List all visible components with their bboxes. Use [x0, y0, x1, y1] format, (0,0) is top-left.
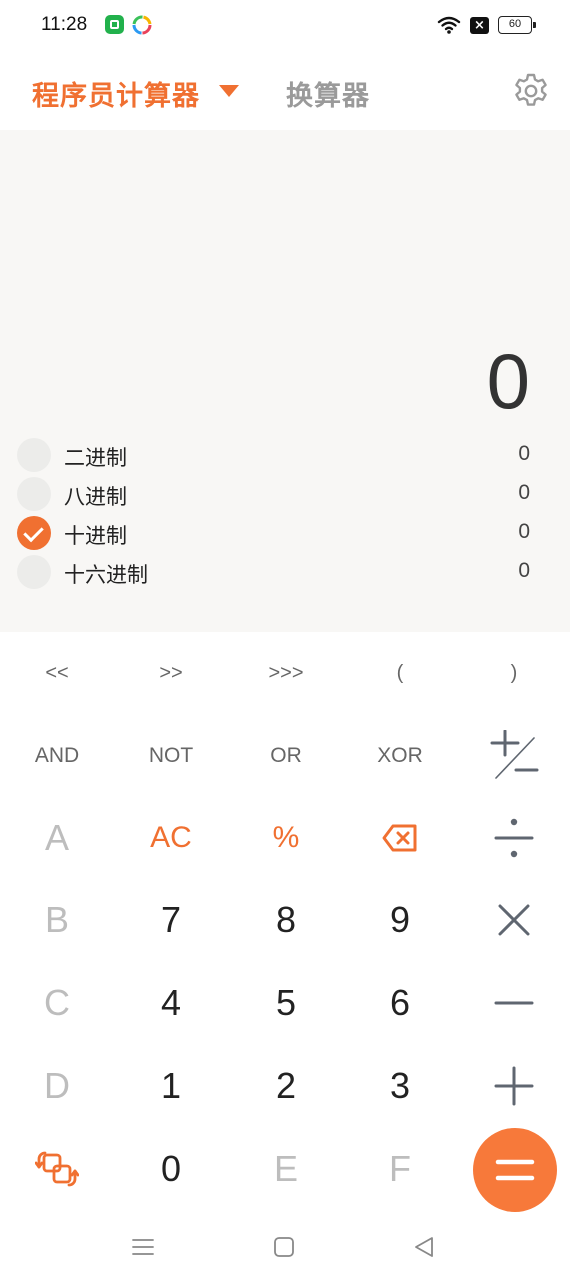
digit-6-button[interactable]: 6 — [343, 962, 457, 1044]
clear-button[interactable]: AC — [114, 797, 228, 879]
plus-icon — [494, 1066, 534, 1106]
tab-converter[interactable]: 换算器 — [286, 74, 370, 113]
plus-minus-button[interactable] — [457, 715, 571, 797]
digit-7-button[interactable]: 7 — [114, 879, 228, 961]
app-notification-icon — [105, 15, 124, 34]
digit-0-button[interactable]: 0 — [114, 1128, 228, 1210]
digit-9-button[interactable]: 9 — [343, 879, 457, 961]
base-value: 0 — [518, 481, 530, 504]
backspace-icon — [382, 824, 417, 852]
gear-icon[interactable] — [512, 72, 550, 110]
base-label: 十进制 — [64, 524, 127, 548]
wifi-icon — [437, 16, 461, 34]
swap-icon — [35, 1151, 79, 1187]
base-row-binary[interactable]: 二进制 0 — [0, 436, 570, 474]
backspace-button[interactable] — [343, 797, 457, 879]
caret-down-icon[interactable] — [219, 85, 239, 97]
base-label: 二进制 — [64, 446, 127, 470]
keypad: << >> >>> ( ) AND NOT OR XOR A AC % B 7 … — [0, 632, 572, 1222]
digit-5-button[interactable]: 5 — [229, 962, 343, 1044]
hex-b-button[interactable]: B — [0, 879, 114, 961]
base-value: 0 — [518, 559, 530, 582]
plus-minus-icon — [490, 730, 539, 779]
status-indicators: × 60 — [437, 14, 536, 36]
base-row-octal[interactable]: 八进制 0 — [0, 475, 570, 513]
and-button[interactable]: AND — [0, 715, 114, 797]
radio-binary[interactable] — [17, 438, 51, 472]
status-bar: 11:28 × 60 — [0, 0, 572, 52]
multiply-icon — [498, 904, 530, 936]
base-row-hex[interactable]: 十六进制 0 — [0, 553, 570, 591]
left-shift-button[interactable]: << — [0, 633, 114, 713]
digit-1-button[interactable]: 1 — [114, 1045, 228, 1127]
hex-e-button[interactable]: E — [229, 1128, 343, 1210]
base-value: 0 — [518, 520, 530, 543]
open-paren-button[interactable]: ( — [343, 633, 457, 713]
hex-d-button[interactable]: D — [0, 1045, 114, 1127]
close-paren-button[interactable]: ) — [457, 633, 571, 713]
battery-icon: 60 — [498, 16, 536, 34]
base-label: 十六进制 — [64, 563, 148, 587]
hex-f-button[interactable]: F — [343, 1128, 457, 1210]
home-icon[interactable] — [271, 1234, 297, 1260]
status-time: 11:28 — [41, 14, 88, 35]
app-notification-icon-2 — [132, 15, 152, 35]
divide-button[interactable] — [457, 797, 571, 879]
digit-2-button[interactable]: 2 — [229, 1045, 343, 1127]
menu-icon[interactable] — [130, 1234, 156, 1260]
base-value: 0 — [518, 442, 530, 465]
digit-8-button[interactable]: 8 — [229, 879, 343, 961]
base-label: 八进制 — [64, 485, 127, 509]
minus-button[interactable] — [457, 962, 571, 1044]
multiply-button[interactable] — [457, 879, 571, 961]
percent-button[interactable]: % — [229, 797, 343, 879]
radio-octal[interactable] — [17, 477, 51, 511]
result-display: 0 — [486, 337, 530, 425]
mode-selector[interactable]: 程序员计算器 — [32, 74, 200, 113]
divide-icon — [494, 818, 534, 858]
minus-icon — [494, 1001, 534, 1005]
swap-button[interactable] — [0, 1128, 114, 1210]
or-button[interactable]: OR — [229, 715, 343, 797]
unsigned-right-shift-button[interactable]: >>> — [229, 633, 343, 713]
equals-icon — [495, 1159, 535, 1181]
digit-4-button[interactable]: 4 — [114, 962, 228, 1044]
equals-button[interactable] — [473, 1128, 557, 1212]
base-row-decimal[interactable]: 十进制 0 — [0, 514, 570, 552]
plus-button[interactable] — [457, 1045, 571, 1127]
radio-decimal-checked[interactable] — [17, 516, 51, 550]
no-sim-icon: × — [470, 16, 489, 34]
radio-hex[interactable] — [17, 555, 51, 589]
digit-3-button[interactable]: 3 — [343, 1045, 457, 1127]
hex-a-button[interactable]: A — [0, 797, 114, 879]
header: 程序员计算器 换算器 — [0, 52, 572, 130]
not-button[interactable]: NOT — [114, 715, 228, 797]
hex-c-button[interactable]: C — [0, 962, 114, 1044]
xor-button[interactable]: XOR — [343, 715, 457, 797]
right-shift-button[interactable]: >> — [114, 633, 228, 713]
display-panel: 0 二进制 0 八进制 0 十进制 0 十六进制 0 — [0, 130, 570, 632]
back-icon[interactable] — [411, 1234, 437, 1260]
system-nav-bar — [0, 1222, 572, 1280]
